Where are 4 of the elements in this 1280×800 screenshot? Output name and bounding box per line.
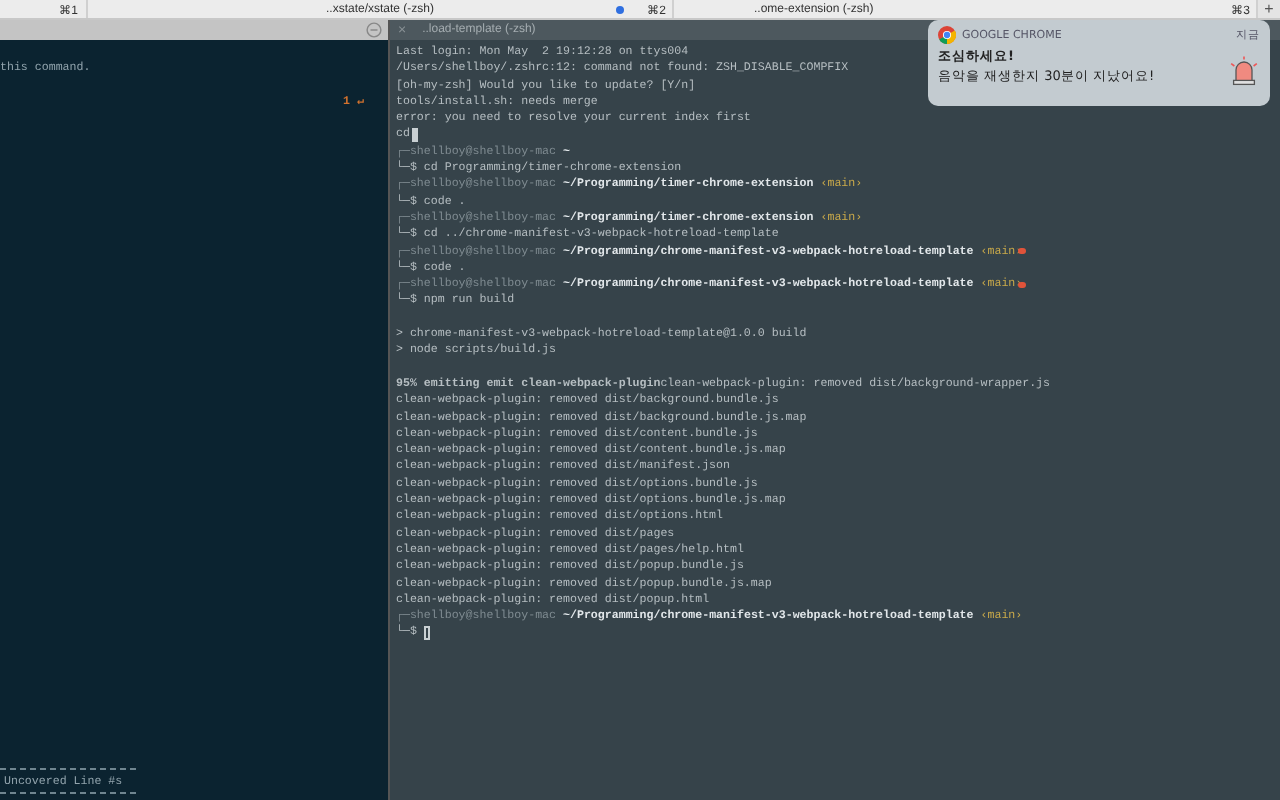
siren-icon <box>1228 54 1260 86</box>
chrome-icon <box>938 26 956 44</box>
new-tab-button[interactable]: + <box>1258 0 1280 18</box>
minimize-icon[interactable] <box>366 22 382 38</box>
